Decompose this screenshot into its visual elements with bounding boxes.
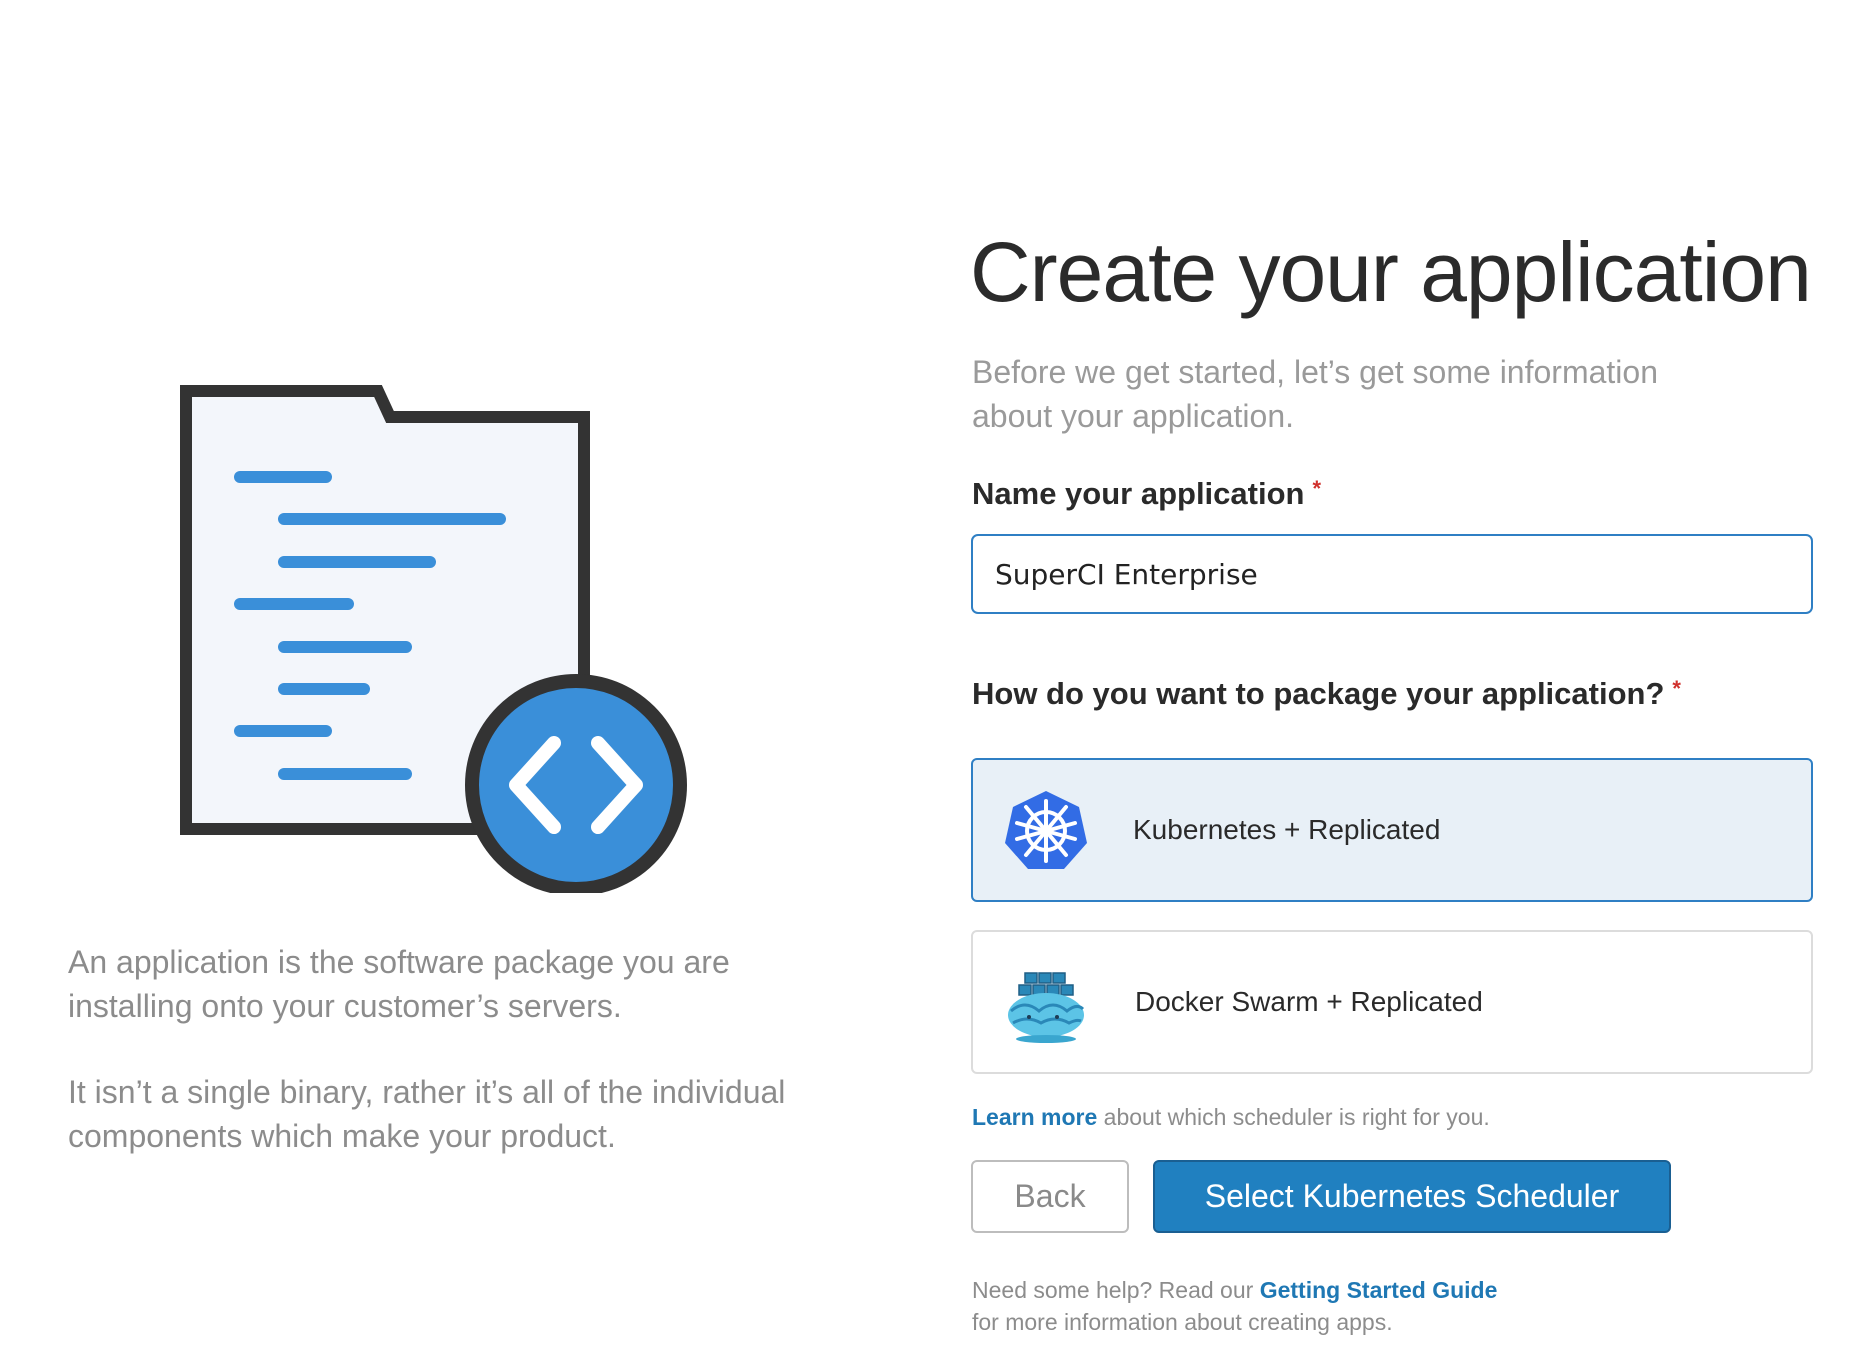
name-field-label: Name your application * xyxy=(972,476,1321,512)
required-marker: * xyxy=(1672,676,1681,701)
docker-swarm-icon xyxy=(1008,972,1085,1043)
help-line-1: Need some help? Read our Getting Started… xyxy=(972,1274,1497,1306)
back-button[interactable]: Back xyxy=(971,1160,1129,1233)
select-scheduler-button[interactable]: Select Kubernetes Scheduler xyxy=(1153,1160,1671,1233)
name-field-label-text: Name your application xyxy=(972,476,1305,511)
package-field-label: How do you want to package your applicat… xyxy=(972,676,1681,712)
application-name-input[interactable] xyxy=(971,534,1813,614)
code-brackets-icon xyxy=(465,674,687,893)
package-field-label-text: How do you want to package your applicat… xyxy=(972,676,1665,711)
description-paragraph: An application is the software package y… xyxy=(68,944,730,1024)
required-marker: * xyxy=(1312,476,1322,501)
help-text: Need some help? Read our Getting Started… xyxy=(972,1274,1497,1338)
application-illustration xyxy=(180,385,687,893)
help-line-2: for more information about creating apps… xyxy=(972,1309,1393,1335)
option-label: Docker Swarm + Replicated xyxy=(1135,986,1483,1017)
learn-more-link[interactable]: Learn more xyxy=(972,1104,1097,1130)
option-kubernetes[interactable]: Kubernetes + Replicated xyxy=(971,758,1813,902)
learn-more-text: Learn more about which scheduler is righ… xyxy=(972,1104,1490,1131)
learn-more-description: about which scheduler is right for you. xyxy=(1097,1104,1490,1130)
getting-started-guide-link[interactable]: Getting Started Guide xyxy=(1260,1277,1498,1303)
page-title: Create your application xyxy=(970,225,1812,319)
page-subtitle: Before we get started, let’s get some in… xyxy=(972,354,1658,434)
option-label: Kubernetes + Replicated xyxy=(1133,814,1441,845)
kubernetes-icon xyxy=(1005,791,1087,869)
application-description: An application is the software package y… xyxy=(68,940,828,1200)
help-prefix: Need some help? Read our xyxy=(972,1277,1260,1303)
description-paragraph: It isn’t a single binary, rather it’s al… xyxy=(68,1074,786,1154)
option-docker-swarm[interactable]: Docker Swarm + Replicated xyxy=(971,930,1813,1074)
